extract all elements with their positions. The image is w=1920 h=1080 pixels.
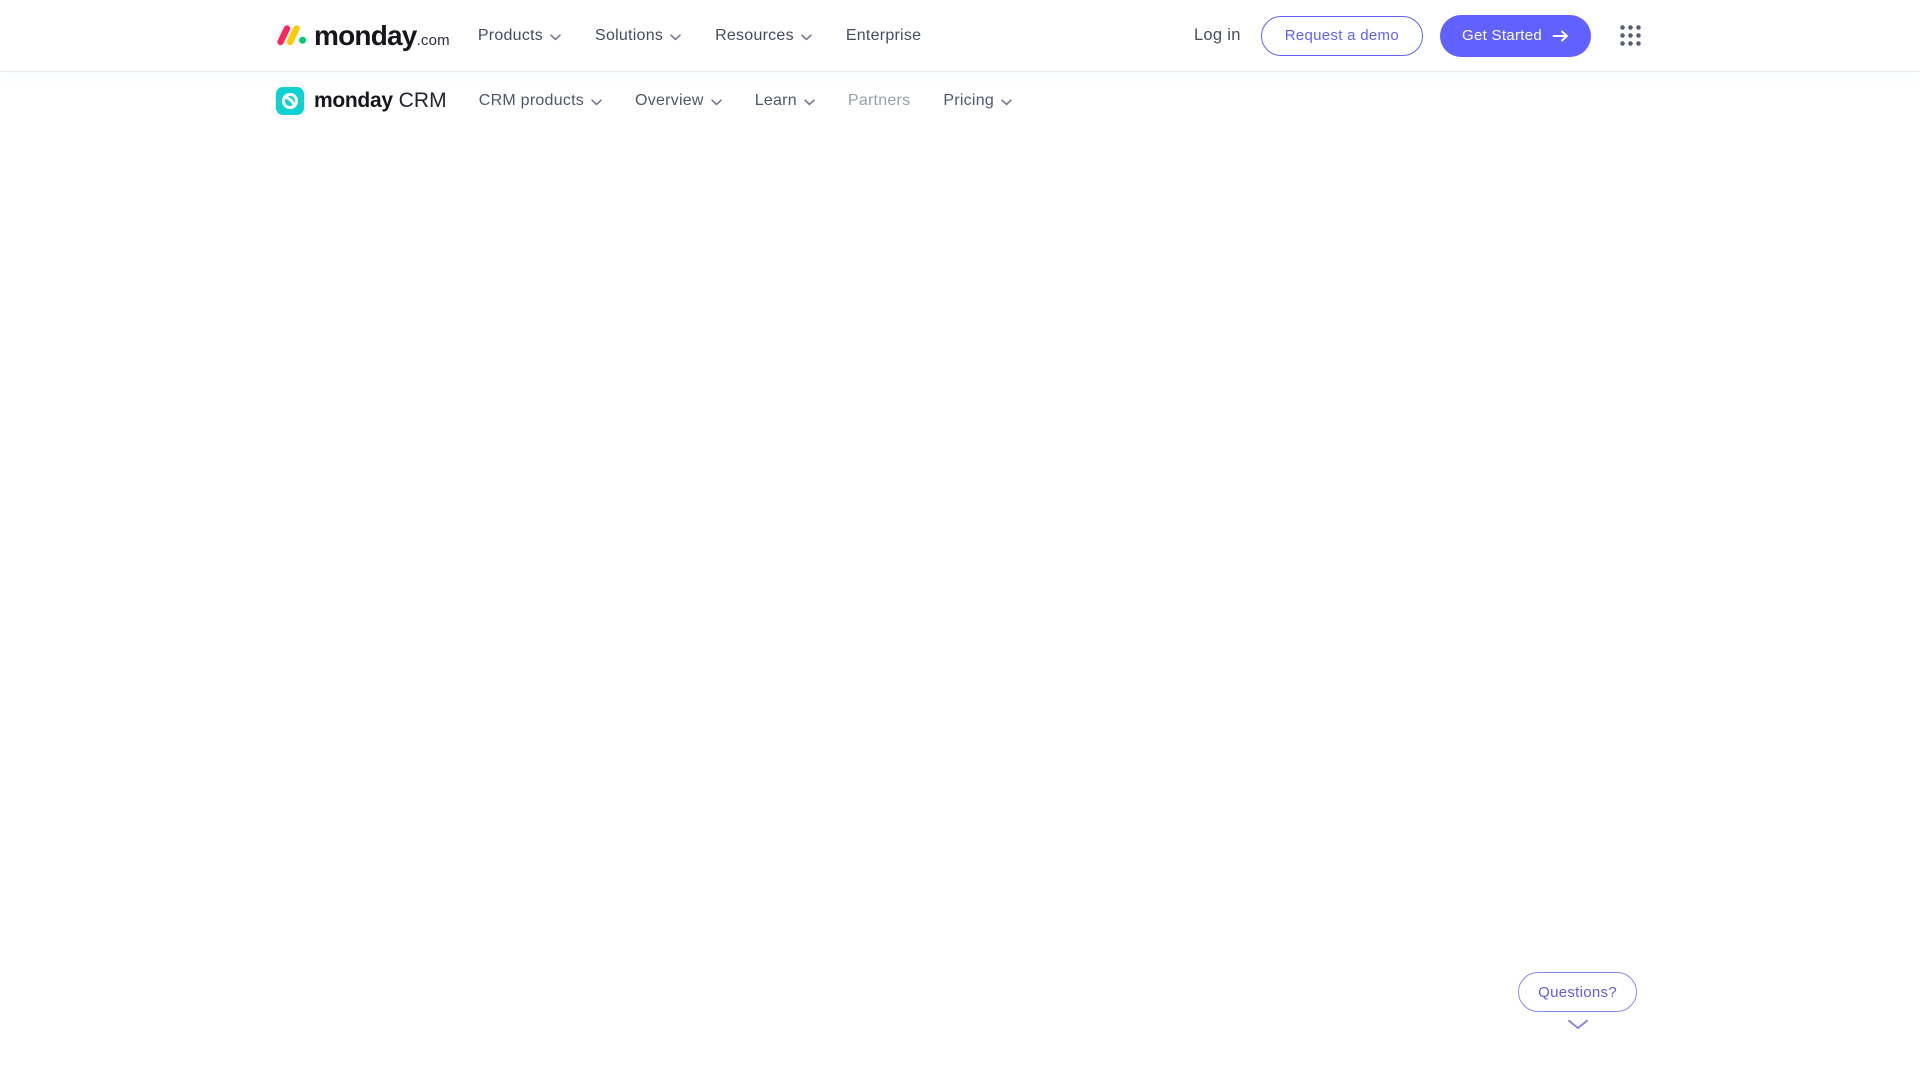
nav-solutions-label: Solutions <box>595 26 664 44</box>
request-demo-button[interactable]: Request a demo <box>1260 15 1423 56</box>
crm-logo-icon <box>276 87 304 115</box>
header-actions: Log in Request a demo Get Started <box>1194 14 1644 57</box>
crm-subheader: monday CRM CRM products Overview Learn P… <box>0 72 1920 130</box>
apps-grid-icon[interactable] <box>1616 22 1644 50</box>
crm-nav-products[interactable]: CRM products <box>479 91 602 111</box>
chevron-down-icon <box>591 93 602 111</box>
crm-nav-learn[interactable]: Learn <box>755 91 815 111</box>
page-content <box>0 130 1920 1079</box>
get-started-button[interactable]: Get Started <box>1439 14 1591 57</box>
chat-widget: Questions? <box>1518 972 1637 1035</box>
chevron-down-icon <box>550 28 561 46</box>
arrow-right-icon <box>1552 30 1569 42</box>
nav-products[interactable]: Products <box>478 26 561 46</box>
nav-enterprise-label: Enterprise <box>845 26 922 44</box>
chat-collapse-chevron-icon[interactable] <box>1567 1017 1589 1035</box>
crm-nav-products-label: CRM products <box>478 92 585 109</box>
crm-nav-partners-label: Partners <box>847 92 911 109</box>
nav-enterprise[interactable]: Enterprise <box>846 27 921 45</box>
chevron-down-icon <box>801 28 812 46</box>
crm-nav: CRM products Overview Learn Partners Pri… <box>479 91 1012 111</box>
nav-solutions[interactable]: Solutions <box>595 26 681 46</box>
login-link[interactable]: Log in <box>1194 26 1241 45</box>
monday-logo[interactable]: monday .com <box>276 20 450 52</box>
monday-logo-icon <box>276 23 307 52</box>
crm-nav-pricing-label: Pricing <box>943 92 995 109</box>
chevron-down-icon <box>804 93 815 111</box>
get-started-label: Get Started <box>1461 27 1542 44</box>
monday-logo-text: monday .com <box>314 19 450 51</box>
nav-resources-label: Resources <box>715 26 794 44</box>
global-nav: Products Solutions Resources Enterprise <box>478 26 921 46</box>
crm-nav-pricing[interactable]: Pricing <box>943 91 1012 111</box>
crm-nav-partners[interactable]: Partners <box>848 92 910 110</box>
nav-resources[interactable]: Resources <box>715 26 812 46</box>
crm-nav-overview[interactable]: Overview <box>635 91 722 111</box>
chevron-down-icon <box>1001 93 1012 111</box>
global-header: monday.com Products Solutions Resources <box>0 0 1920 72</box>
chevron-down-icon <box>710 93 722 111</box>
crm-nav-overview-label: Overview <box>635 92 704 109</box>
crm-nav-learn-label: Learn <box>754 92 797 109</box>
nav-products-label: Products <box>477 26 544 44</box>
questions-button[interactable]: Questions? <box>1518 972 1637 1012</box>
chevron-down-icon <box>670 28 681 46</box>
crm-logo-text: monday CRM <box>314 89 447 112</box>
monday-crm-logo[interactable]: monday CRM <box>276 87 447 115</box>
